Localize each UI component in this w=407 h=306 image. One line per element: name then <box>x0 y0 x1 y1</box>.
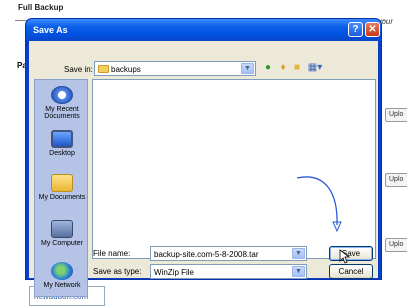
up-folder-icon[interactable]: ♦ <box>277 62 289 74</box>
place-label: My Network <box>43 282 81 289</box>
save-type-label: Save as type: <box>93 267 142 276</box>
recent-documents-icon <box>51 86 73 104</box>
place-my-network[interactable]: My Network <box>35 262 89 289</box>
my-network-icon <box>51 262 73 280</box>
chevron-down-icon[interactable]: ▼ <box>241 63 254 74</box>
help-button[interactable]: ? <box>348 22 363 37</box>
place-label: My Computer <box>40 240 83 247</box>
upload-button[interactable]: Uplo <box>385 108 407 122</box>
close-button[interactable]: ✕ <box>365 22 380 37</box>
place-label: My Documents <box>38 194 86 201</box>
upload-button[interactable]: Uplo <box>385 173 407 187</box>
place-my-computer[interactable]: My Computer <box>35 220 89 247</box>
place-label: Desktop <box>49 150 75 157</box>
save-in-label: Save in: <box>64 65 93 74</box>
views-menu-icon[interactable]: ▦▾ <box>306 62 324 74</box>
my-computer-icon <box>51 220 73 238</box>
save-in-dropdown[interactable]: backups ▼ <box>94 61 256 76</box>
dialog-body: Save in: backups ▼ ● ♦ ■ ▦▾ My Recent Do… <box>29 41 378 297</box>
save-in-value: backups <box>111 65 141 74</box>
chevron-down-icon[interactable]: ▼ <box>292 248 305 259</box>
my-documents-icon <box>51 174 73 192</box>
file-name-input[interactable]: backup-site.com-5-8-2008.tar ▼ <box>150 246 307 261</box>
back-icon[interactable]: ● <box>262 62 274 74</box>
save-type-value: WinZip File <box>154 268 195 277</box>
dialog-title: Save As <box>33 25 68 35</box>
place-label: My Recent Documents <box>44 106 80 120</box>
save-type-select[interactable]: WinZip File ▼ <box>150 264 307 279</box>
desktop-icon <box>51 130 73 148</box>
file-list[interactable] <box>92 79 376 259</box>
places-bar: My Recent Documents Desktop My Documents… <box>34 79 88 297</box>
new-folder-icon[interactable]: ■ <box>291 62 303 74</box>
folder-icon <box>98 65 109 73</box>
file-name-value: backup-site.com-5-8-2008.tar <box>154 250 259 259</box>
save-button[interactable]: Save <box>329 246 373 261</box>
place-my-recent-documents[interactable]: My Recent Documents <box>35 86 89 120</box>
cancel-button[interactable]: Cancel <box>329 264 373 279</box>
chevron-down-icon[interactable]: ▼ <box>292 266 305 277</box>
save-as-dialog: Save As ? ✕ Save in: backups ▼ ● ♦ ■ ▦▾ … <box>25 18 382 297</box>
place-my-documents[interactable]: My Documents <box>35 174 89 201</box>
place-desktop[interactable]: Desktop <box>35 130 89 157</box>
dialog-titlebar[interactable]: Save As ? ✕ <box>26 19 381 41</box>
file-name-label: File name: <box>93 249 131 258</box>
page-heading: Full Backup <box>18 3 64 12</box>
upload-button[interactable]: Uplo <box>385 238 407 252</box>
